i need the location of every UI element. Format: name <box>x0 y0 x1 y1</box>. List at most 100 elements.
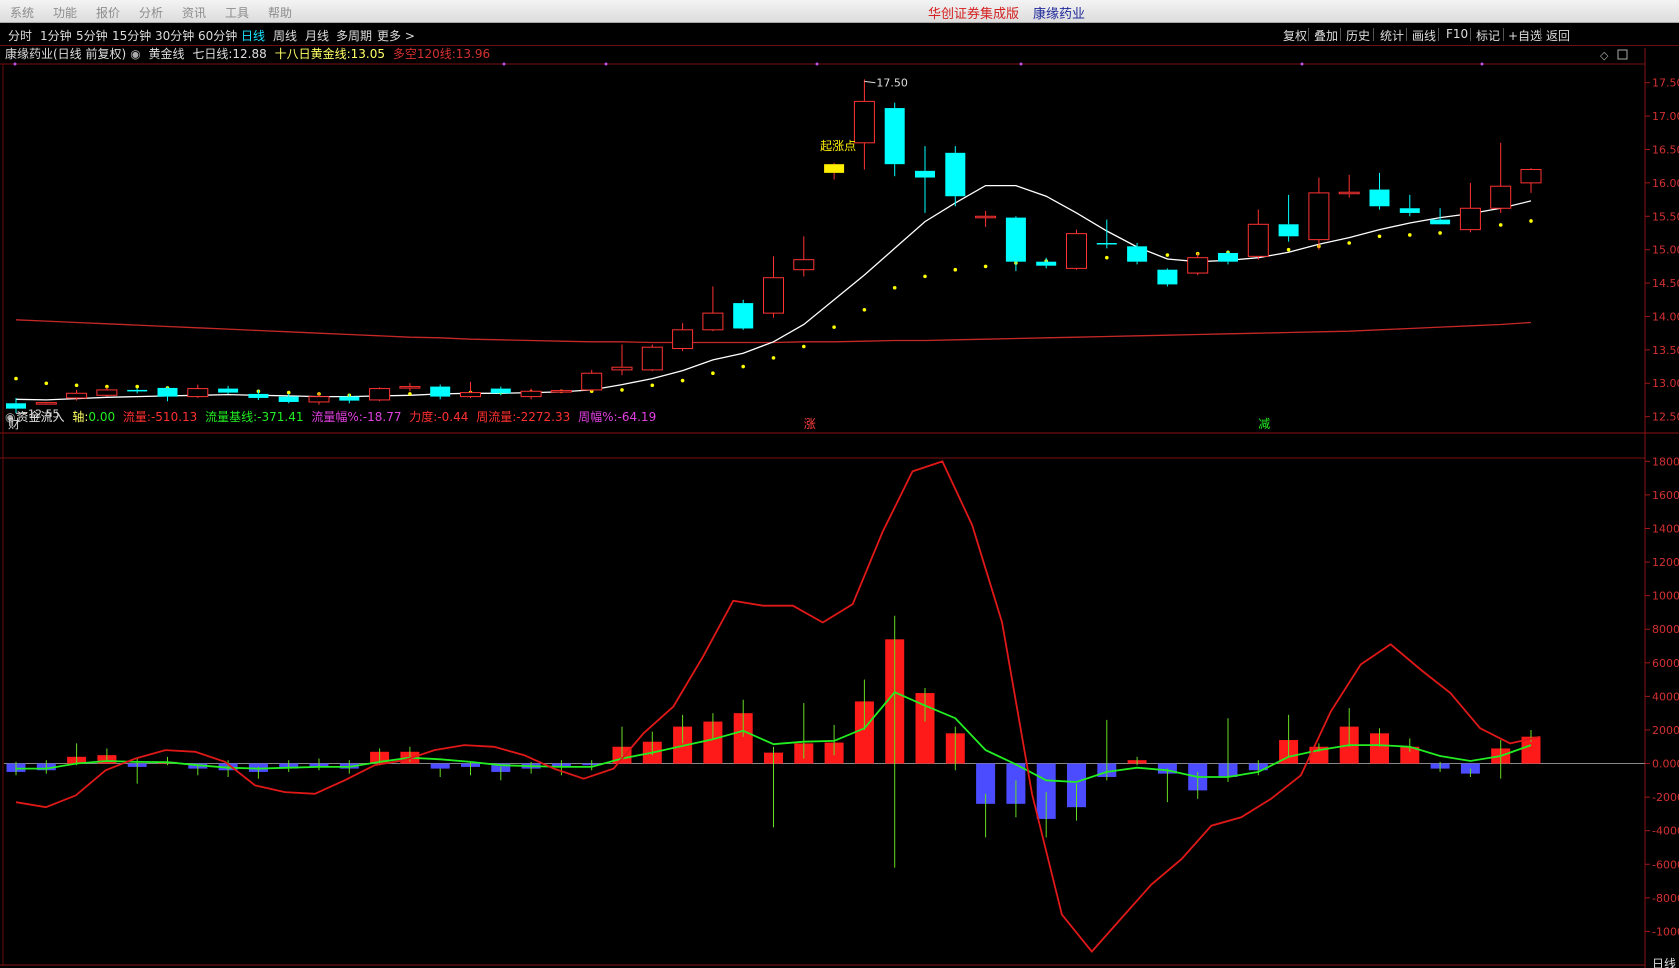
chart-surface[interactable]: ◇ 日线 17.50 17.00 16.50 16.00 15.50 15.00 14.50… <box>0 0 1679 968</box>
candle-body-up <box>1459 207 1481 231</box>
flow-tick-label: 14000 <box>1652 523 1679 536</box>
candle-body-up <box>611 366 633 371</box>
candle-body-down <box>1157 269 1178 285</box>
candle-body-down <box>6 403 26 409</box>
ma120-line <box>15 319 1532 344</box>
golden-line-dot <box>1347 241 1351 245</box>
golden-line-dot <box>1498 223 1503 227</box>
flow-tick-label: 6000 <box>1652 657 1679 670</box>
golden-line-dot <box>802 344 806 349</box>
candle-body-up <box>975 215 997 219</box>
candle-body-up <box>369 388 391 401</box>
candle-body-up <box>824 164 845 173</box>
candle-body-up <box>550 390 572 393</box>
candle-body-down <box>1036 261 1057 266</box>
candle-body-up <box>641 346 663 371</box>
candle-body-up <box>1338 191 1360 195</box>
price-tick-label: 16.50 <box>1652 143 1679 156</box>
candle-body-up <box>35 402 57 405</box>
golden-line-dot <box>135 384 139 389</box>
golden-line-dot <box>1408 233 1412 237</box>
golden-line-dot <box>983 264 988 269</box>
golden-line-dot <box>680 378 685 383</box>
event-marker-dot <box>1480 62 1484 66</box>
candle-body-down <box>733 303 754 329</box>
candle-body-down <box>339 396 360 401</box>
price-tick-label: 15.50 <box>1652 210 1679 223</box>
event-marker-dot <box>604 62 608 66</box>
flow-tick-label: 12000 <box>1652 556 1679 569</box>
price-tick-label: 16.00 <box>1652 177 1679 190</box>
candle-body-down <box>1369 189 1390 207</box>
golden-line-dot <box>286 390 291 395</box>
candle-body-down <box>157 387 178 397</box>
golden-line-dot <box>44 381 49 386</box>
price-tick-label: 17.00 <box>1652 110 1679 123</box>
golden-line-dot <box>620 388 624 392</box>
outflow-bar <box>430 763 450 769</box>
candle-body-up <box>1308 192 1330 241</box>
candle-body-down <box>1218 253 1238 262</box>
golden-line-dot <box>832 325 836 329</box>
candle-body-up <box>460 392 481 398</box>
golden-line-dot <box>741 364 745 369</box>
marker-jian: 减 <box>1258 417 1270 431</box>
flow-tick-label: 18000 <box>1652 455 1679 468</box>
golden-line-dot <box>892 285 897 290</box>
candle-body-down <box>1430 219 1451 225</box>
golden-line-dot <box>1377 234 1382 239</box>
price-tick-label: 13.50 <box>1652 344 1679 357</box>
candle-body-down <box>278 396 299 402</box>
candle-body-down <box>127 389 148 392</box>
candle-body-down <box>430 386 451 397</box>
golden-line-dot <box>771 356 776 360</box>
week-flow-line <box>15 460 1541 953</box>
candle-body-down <box>248 393 269 398</box>
golden-line-dot <box>650 383 655 388</box>
flow-tick-label: 0.000 <box>1652 758 1679 771</box>
price-tick-label: 13.00 <box>1652 377 1679 390</box>
candle-body-up <box>520 390 542 398</box>
golden-line-dot <box>862 307 867 312</box>
marker-zhang: 涨 <box>804 416 816 431</box>
diamond-icon[interactable]: ◇ <box>1600 49 1609 62</box>
candle-body-down <box>1005 217 1026 262</box>
candle-body-down <box>1127 246 1148 262</box>
candle-body-up <box>66 392 88 399</box>
candle-body-up <box>702 312 724 331</box>
candle-body-up <box>187 388 209 398</box>
candle-body-down <box>1096 242 1117 245</box>
candle-body-down <box>915 170 935 178</box>
event-marker-dot <box>815 62 819 66</box>
flow-tick-label: -8000 <box>1652 892 1679 905</box>
price-tick-label: 14.50 <box>1652 277 1679 290</box>
golden-line-dot <box>711 371 715 376</box>
golden-line-dot <box>1165 253 1170 257</box>
rise-point-label: 起涨点 <box>820 138 856 153</box>
candle-body-up <box>581 372 603 391</box>
candle-body-up <box>308 396 330 403</box>
candle-body-up <box>96 389 118 396</box>
golden-line-dot <box>953 267 958 272</box>
flow-tick-label: 2000 <box>1652 724 1679 737</box>
flow-tick-label: 4000 <box>1652 690 1679 703</box>
candle-body-up <box>1490 185 1512 209</box>
candle-body-up <box>763 277 784 314</box>
candle-body-down <box>945 152 966 197</box>
candle-body-down <box>218 388 239 393</box>
high-price-pointer <box>864 80 876 84</box>
period-status-label: 日线 <box>1652 957 1676 968</box>
golden-line-dot <box>923 274 927 279</box>
price-tick-label: 15.00 <box>1652 244 1679 257</box>
candle-body-up <box>793 259 815 271</box>
candle-body-down <box>1278 224 1299 237</box>
window-toggle-icon[interactable] <box>1617 49 1628 60</box>
low-price-label: 12.55 <box>28 407 60 420</box>
price-tick-label: 14.00 <box>1652 310 1679 323</box>
high-price-label: 17.50 <box>876 77 908 90</box>
candle-body-down <box>1399 208 1420 213</box>
golden-line-dot <box>1438 231 1442 235</box>
candle-body-up <box>1187 257 1209 274</box>
golden-line-dot <box>14 376 18 381</box>
price-tick-label: 17.50 <box>1652 77 1679 90</box>
